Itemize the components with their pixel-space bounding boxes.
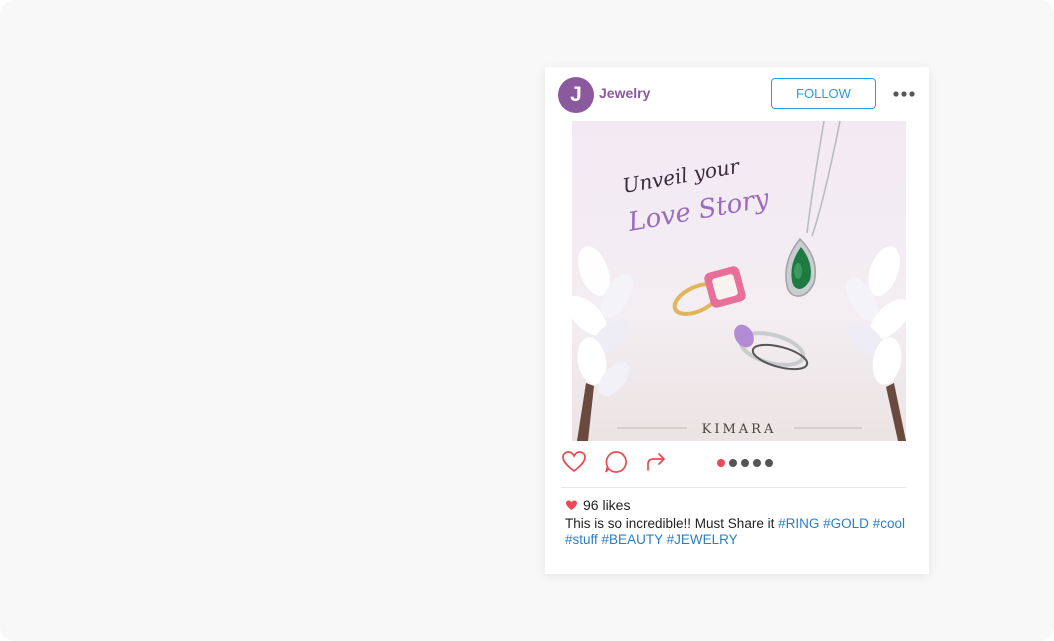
heart-filled-icon — [566, 500, 577, 510]
carousel-dot[interactable] — [753, 459, 761, 467]
caption-text: This is so incredible!! Must Share it — [565, 516, 775, 531]
share-icon[interactable] — [643, 449, 669, 475]
hashtag[interactable]: #GOLD — [823, 516, 869, 531]
divider — [561, 487, 906, 488]
avatar[interactable]: J — [558, 77, 594, 113]
carousel-dot[interactable] — [741, 459, 749, 467]
carousel-dot[interactable] — [765, 459, 773, 467]
post-image[interactable]: Unveil your Love Story KIMARA — [572, 121, 906, 441]
instagram-post-card: J Jewelry FOLLOW Unveil your Love Story … — [545, 67, 929, 574]
follow-button[interactable]: FOLLOW — [771, 78, 876, 109]
hashtag[interactable]: #BEAUTY — [602, 532, 663, 547]
likes-label: 96 likes — [583, 497, 631, 513]
brand-logo: KIMARA — [702, 422, 777, 437]
post-actions — [545, 449, 929, 483]
carousel-dot[interactable] — [717, 459, 725, 467]
hashtag[interactable]: #stuff — [565, 532, 598, 547]
caption: This is so incredible!! Must Share it #R… — [565, 516, 910, 548]
carousel-indicator — [717, 459, 773, 467]
username[interactable]: Jewelry — [599, 85, 650, 101]
likes-count[interactable]: 96 likes — [565, 497, 630, 513]
more-icon[interactable] — [892, 88, 916, 100]
hashtag[interactable]: #RING — [778, 516, 819, 531]
comment-icon[interactable] — [603, 449, 629, 475]
post-header: J Jewelry FOLLOW — [545, 67, 929, 121]
hashtag[interactable]: #cool — [873, 516, 905, 531]
carousel-dot[interactable] — [729, 459, 737, 467]
hashtag[interactable]: #JEWELRY — [667, 532, 738, 547]
heart-icon[interactable] — [561, 449, 587, 475]
